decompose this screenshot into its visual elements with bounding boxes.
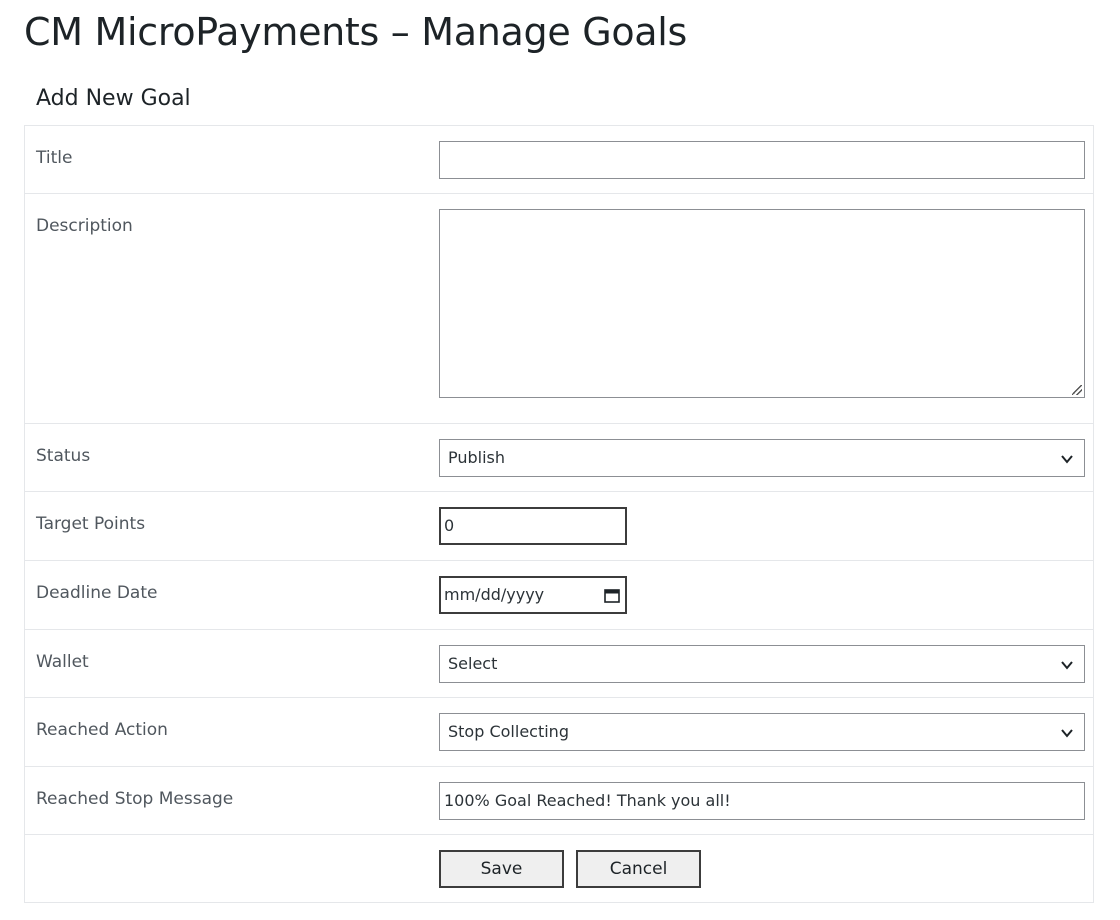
chevron-down-icon <box>1061 455 1073 464</box>
section-title: Add New Goal <box>36 86 191 111</box>
form-actions-row: Save Cancel <box>25 835 1093 903</box>
status-row: Status Publish <box>25 424 1093 492</box>
wallet-selected-value: Select <box>448 654 498 673</box>
wallet-select[interactable]: Select <box>439 645 1085 683</box>
status-select[interactable]: Publish <box>439 439 1085 477</box>
target-points-input[interactable]: 0 <box>439 507 627 545</box>
description-textarea[interactable] <box>439 209 1085 398</box>
chevron-down-icon <box>1061 661 1073 670</box>
chevron-down-icon <box>1061 729 1073 738</box>
wallet-label: Wallet <box>36 652 89 672</box>
reached-action-selected-value: Stop Collecting <box>448 722 569 741</box>
add-goal-form: Title Description Status Publish Target … <box>24 125 1094 903</box>
title-input[interactable] <box>439 141 1085 179</box>
deadline-date-input[interactable]: mm/dd/yyyy <box>439 576 627 614</box>
target-points-label: Target Points <box>36 514 146 534</box>
status-label: Status <box>36 446 91 466</box>
reached-action-label: Reached Action <box>36 720 168 740</box>
deadline-date-placeholder: mm/dd/yyyy <box>444 585 545 604</box>
calendar-icon[interactable] <box>604 588 620 603</box>
save-button[interactable]: Save <box>439 850 564 888</box>
target-points-row: Target Points 0 <box>25 492 1093 561</box>
title-row: Title <box>25 126 1093 194</box>
description-label: Description <box>36 216 133 236</box>
wallet-row: Wallet Select <box>25 630 1093 698</box>
reached-stop-message-label: Reached Stop Message <box>36 789 234 809</box>
resize-grip-icon[interactable] <box>1072 385 1082 395</box>
description-row: Description <box>25 194 1093 424</box>
cancel-button[interactable]: Cancel <box>576 850 701 888</box>
deadline-date-label: Deadline Date <box>36 583 158 603</box>
title-label: Title <box>36 148 73 168</box>
page-title: CM MicroPayments – Manage Goals <box>24 10 688 54</box>
reached-stop-message-input[interactable]: 100% Goal Reached! Thank you all! <box>439 782 1085 820</box>
reached-stop-message-row: Reached Stop Message 100% Goal Reached! … <box>25 767 1093 835</box>
reached-action-select[interactable]: Stop Collecting <box>439 713 1085 751</box>
reached-action-row: Reached Action Stop Collecting <box>25 698 1093 767</box>
status-selected-value: Publish <box>448 448 506 467</box>
deadline-date-row: Deadline Date mm/dd/yyyy <box>25 561 1093 630</box>
